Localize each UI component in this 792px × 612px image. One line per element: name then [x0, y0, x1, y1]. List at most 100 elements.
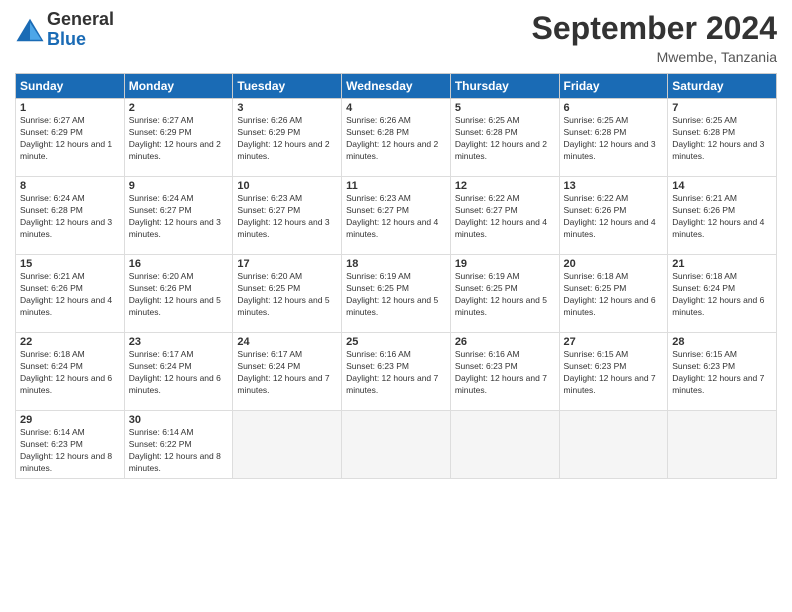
logo-text: General Blue: [47, 10, 114, 50]
day-number: 9: [129, 180, 229, 192]
header: General Blue September 2024 Mwembe, Tanz…: [15, 10, 777, 65]
day-number: 2: [129, 102, 229, 114]
day-header-monday: Monday: [124, 74, 233, 99]
calendar-week-3: 15Sunrise: 6:21 AMSunset: 6:26 PMDayligh…: [16, 255, 777, 333]
day-info: Sunrise: 6:25 AMSunset: 6:28 PMDaylight:…: [564, 115, 664, 163]
calendar-week-5: 29Sunrise: 6:14 AMSunset: 6:23 PMDayligh…: [16, 411, 777, 479]
calendar-cell: [342, 411, 451, 479]
calendar-cell: 5Sunrise: 6:25 AMSunset: 6:28 PMDaylight…: [450, 99, 559, 177]
calendar-cell: 7Sunrise: 6:25 AMSunset: 6:28 PMDaylight…: [668, 99, 777, 177]
calendar-cell: 14Sunrise: 6:21 AMSunset: 6:26 PMDayligh…: [668, 177, 777, 255]
day-header-friday: Friday: [559, 74, 668, 99]
day-number: 3: [237, 102, 337, 114]
day-number: 13: [564, 180, 664, 192]
logo: General Blue: [15, 10, 114, 50]
day-number: 29: [20, 414, 120, 426]
day-header-wednesday: Wednesday: [342, 74, 451, 99]
day-number: 11: [346, 180, 446, 192]
day-number: 8: [20, 180, 120, 192]
calendar-cell: 29Sunrise: 6:14 AMSunset: 6:23 PMDayligh…: [16, 411, 125, 479]
day-info: Sunrise: 6:20 AMSunset: 6:25 PMDaylight:…: [237, 271, 337, 319]
day-header-sunday: Sunday: [16, 74, 125, 99]
day-info: Sunrise: 6:15 AMSunset: 6:23 PMDaylight:…: [672, 349, 772, 397]
calendar-cell: 11Sunrise: 6:23 AMSunset: 6:27 PMDayligh…: [342, 177, 451, 255]
day-info: Sunrise: 6:16 AMSunset: 6:23 PMDaylight:…: [346, 349, 446, 397]
day-info: Sunrise: 6:19 AMSunset: 6:25 PMDaylight:…: [346, 271, 446, 319]
day-info: Sunrise: 6:24 AMSunset: 6:28 PMDaylight:…: [20, 193, 120, 241]
day-number: 15: [20, 258, 120, 270]
day-number: 7: [672, 102, 772, 114]
day-number: 23: [129, 336, 229, 348]
calendar-cell: 18Sunrise: 6:19 AMSunset: 6:25 PMDayligh…: [342, 255, 451, 333]
calendar-cell: 13Sunrise: 6:22 AMSunset: 6:26 PMDayligh…: [559, 177, 668, 255]
day-info: Sunrise: 6:14 AMSunset: 6:22 PMDaylight:…: [129, 427, 229, 475]
day-number: 17: [237, 258, 337, 270]
calendar-cell: 12Sunrise: 6:22 AMSunset: 6:27 PMDayligh…: [450, 177, 559, 255]
day-number: 5: [455, 102, 555, 114]
month-title: September 2024: [532, 10, 777, 47]
day-number: 6: [564, 102, 664, 114]
day-number: 20: [564, 258, 664, 270]
calendar-cell: 22Sunrise: 6:18 AMSunset: 6:24 PMDayligh…: [16, 333, 125, 411]
day-info: Sunrise: 6:21 AMSunset: 6:26 PMDaylight:…: [20, 271, 120, 319]
day-info: Sunrise: 6:19 AMSunset: 6:25 PMDaylight:…: [455, 271, 555, 319]
day-info: Sunrise: 6:25 AMSunset: 6:28 PMDaylight:…: [672, 115, 772, 163]
day-number: 26: [455, 336, 555, 348]
calendar-header-row: SundayMondayTuesdayWednesdayThursdayFrid…: [16, 74, 777, 99]
day-number: 18: [346, 258, 446, 270]
logo-general: General: [47, 9, 114, 29]
day-info: Sunrise: 6:15 AMSunset: 6:23 PMDaylight:…: [564, 349, 664, 397]
calendar-cell: [233, 411, 342, 479]
calendar: SundayMondayTuesdayWednesdayThursdayFrid…: [15, 73, 777, 479]
day-info: Sunrise: 6:26 AMSunset: 6:29 PMDaylight:…: [237, 115, 337, 163]
calendar-week-1: 1Sunrise: 6:27 AMSunset: 6:29 PMDaylight…: [16, 99, 777, 177]
logo-icon: [15, 15, 45, 45]
calendar-cell: 27Sunrise: 6:15 AMSunset: 6:23 PMDayligh…: [559, 333, 668, 411]
day-info: Sunrise: 6:18 AMSunset: 6:24 PMDaylight:…: [20, 349, 120, 397]
day-info: Sunrise: 6:24 AMSunset: 6:27 PMDaylight:…: [129, 193, 229, 241]
day-number: 1: [20, 102, 120, 114]
calendar-cell: 26Sunrise: 6:16 AMSunset: 6:23 PMDayligh…: [450, 333, 559, 411]
day-number: 4: [346, 102, 446, 114]
page: General Blue September 2024 Mwembe, Tanz…: [0, 0, 792, 612]
day-info: Sunrise: 6:23 AMSunset: 6:27 PMDaylight:…: [237, 193, 337, 241]
day-header-thursday: Thursday: [450, 74, 559, 99]
day-info: Sunrise: 6:20 AMSunset: 6:26 PMDaylight:…: [129, 271, 229, 319]
day-number: 27: [564, 336, 664, 348]
day-header-saturday: Saturday: [668, 74, 777, 99]
day-info: Sunrise: 6:22 AMSunset: 6:26 PMDaylight:…: [564, 193, 664, 241]
day-info: Sunrise: 6:18 AMSunset: 6:25 PMDaylight:…: [564, 271, 664, 319]
calendar-cell: 6Sunrise: 6:25 AMSunset: 6:28 PMDaylight…: [559, 99, 668, 177]
day-info: Sunrise: 6:16 AMSunset: 6:23 PMDaylight:…: [455, 349, 555, 397]
day-number: 19: [455, 258, 555, 270]
day-info: Sunrise: 6:18 AMSunset: 6:24 PMDaylight:…: [672, 271, 772, 319]
day-header-tuesday: Tuesday: [233, 74, 342, 99]
calendar-cell: 1Sunrise: 6:27 AMSunset: 6:29 PMDaylight…: [16, 99, 125, 177]
calendar-week-2: 8Sunrise: 6:24 AMSunset: 6:28 PMDaylight…: [16, 177, 777, 255]
logo-blue: Blue: [47, 29, 86, 49]
calendar-cell: 19Sunrise: 6:19 AMSunset: 6:25 PMDayligh…: [450, 255, 559, 333]
calendar-cell: 2Sunrise: 6:27 AMSunset: 6:29 PMDaylight…: [124, 99, 233, 177]
calendar-cell: 24Sunrise: 6:17 AMSunset: 6:24 PMDayligh…: [233, 333, 342, 411]
day-number: 16: [129, 258, 229, 270]
calendar-cell: [450, 411, 559, 479]
day-info: Sunrise: 6:23 AMSunset: 6:27 PMDaylight:…: [346, 193, 446, 241]
calendar-cell: 28Sunrise: 6:15 AMSunset: 6:23 PMDayligh…: [668, 333, 777, 411]
calendar-cell: 9Sunrise: 6:24 AMSunset: 6:27 PMDaylight…: [124, 177, 233, 255]
day-number: 21: [672, 258, 772, 270]
location-title: Mwembe, Tanzania: [532, 49, 777, 65]
day-info: Sunrise: 6:22 AMSunset: 6:27 PMDaylight:…: [455, 193, 555, 241]
calendar-cell: 21Sunrise: 6:18 AMSunset: 6:24 PMDayligh…: [668, 255, 777, 333]
day-number: 22: [20, 336, 120, 348]
day-info: Sunrise: 6:17 AMSunset: 6:24 PMDaylight:…: [237, 349, 337, 397]
calendar-cell: 23Sunrise: 6:17 AMSunset: 6:24 PMDayligh…: [124, 333, 233, 411]
calendar-cell: 10Sunrise: 6:23 AMSunset: 6:27 PMDayligh…: [233, 177, 342, 255]
day-number: 12: [455, 180, 555, 192]
calendar-week-4: 22Sunrise: 6:18 AMSunset: 6:24 PMDayligh…: [16, 333, 777, 411]
day-info: Sunrise: 6:27 AMSunset: 6:29 PMDaylight:…: [20, 115, 120, 163]
calendar-cell: 17Sunrise: 6:20 AMSunset: 6:25 PMDayligh…: [233, 255, 342, 333]
calendar-cell: 3Sunrise: 6:26 AMSunset: 6:29 PMDaylight…: [233, 99, 342, 177]
day-number: 28: [672, 336, 772, 348]
day-info: Sunrise: 6:26 AMSunset: 6:28 PMDaylight:…: [346, 115, 446, 163]
calendar-cell: [559, 411, 668, 479]
